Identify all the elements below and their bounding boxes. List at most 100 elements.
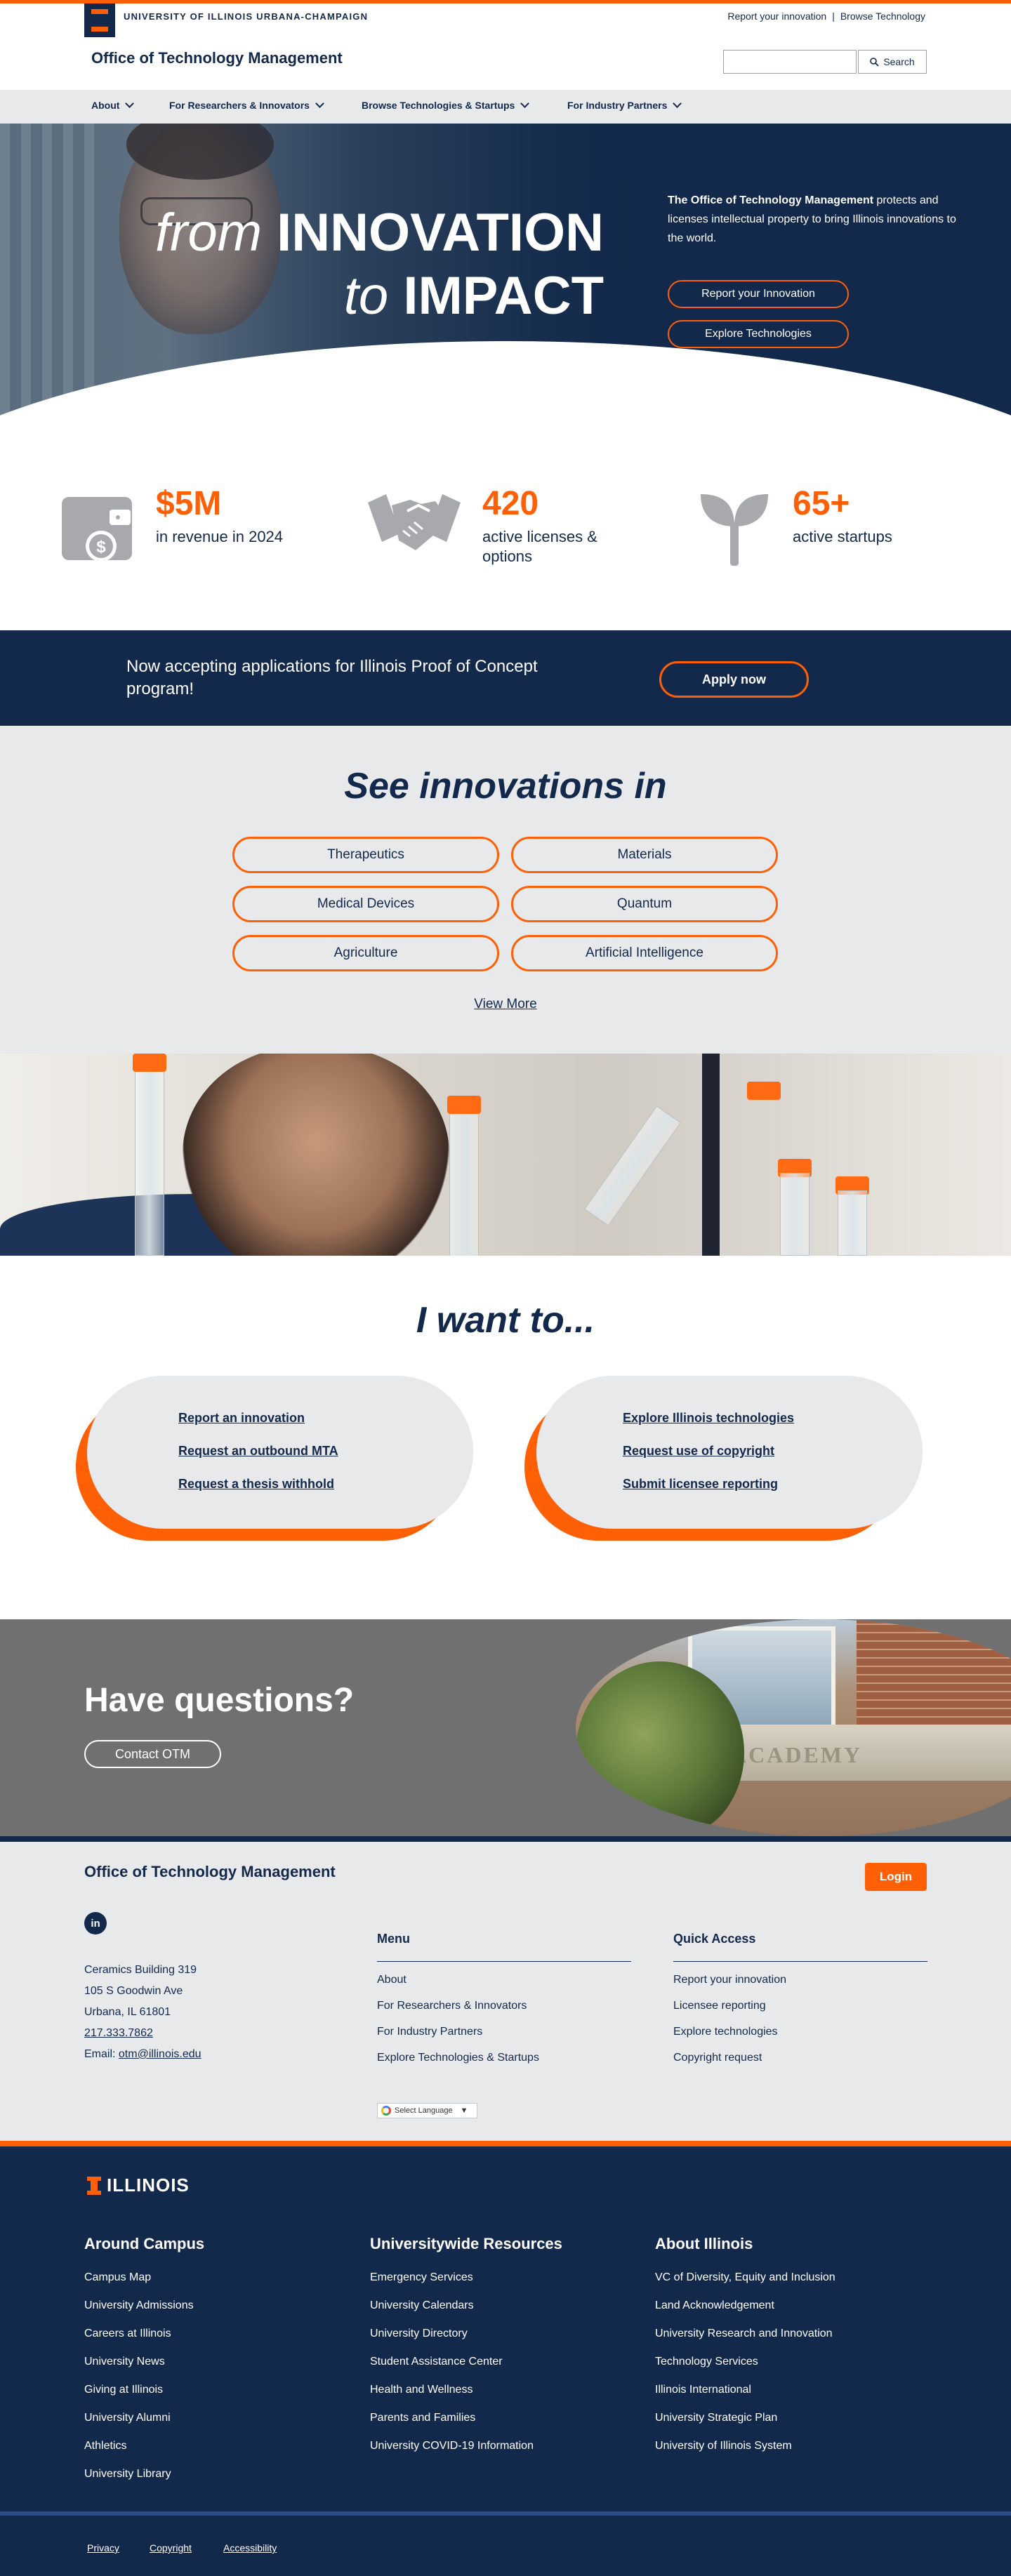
link-system[interactable]: University of Illinois System	[655, 2440, 792, 2452]
chevron-down-icon	[673, 99, 682, 108]
svg-text:$: $	[96, 538, 106, 557]
illinois-wordmark[interactable]: ILLINOIS	[87, 2175, 190, 2196]
search-button[interactable]: Search	[858, 50, 927, 74]
report-innovation-link[interactable]: Report your innovation	[727, 11, 826, 22]
questions-heading: Have questions?	[84, 1682, 355, 1719]
quick-copyright-request[interactable]: Copyright request	[673, 2052, 762, 2064]
link-dei[interactable]: VC of Diversity, Equity and Inclusion	[655, 2271, 835, 2284]
campus-building-photo: ACADEMY	[576, 1619, 1011, 1836]
university-name[interactable]: UNIVERSITY OF ILLINOIS URBANA-CHAMPAIGN	[124, 11, 368, 22]
hero-section: from INNOVATION to IMPACT The Office of …	[0, 124, 1011, 425]
explore-illinois-technologies-link[interactable]: Explore Illinois technologies	[623, 1411, 794, 1426]
around-campus-heading: Around Campus	[84, 2235, 205, 2252]
chevron-down-icon	[315, 99, 324, 108]
category-medical-devices[interactable]: Medical Devices	[232, 886, 499, 922]
link-strategic-plan[interactable]: University Strategic Plan	[655, 2412, 777, 2424]
link-alumni[interactable]: University Alumni	[84, 2412, 171, 2424]
stat-licenses-value: 420	[482, 485, 539, 522]
login-button[interactable]: Login	[865, 1863, 927, 1891]
link-covid[interactable]: University COVID-19 Information	[370, 2440, 534, 2452]
link-illinois-international[interactable]: Illinois International	[655, 2384, 751, 2396]
category-quantum[interactable]: Quantum	[511, 886, 778, 922]
category-agriculture[interactable]: Agriculture	[232, 935, 499, 971]
quick-access-rule	[673, 1961, 927, 1962]
privacy-link[interactable]: Privacy	[87, 2542, 119, 2554]
building-carving: ACADEMY	[730, 1742, 863, 1767]
link-land-acknowledgement[interactable]: Land Acknowledgement	[655, 2299, 774, 2312]
link-calendars[interactable]: University Calendars	[370, 2299, 474, 2312]
submit-licensee-reporting-link[interactable]: Submit licensee reporting	[623, 1477, 778, 1492]
menu-heading: Menu	[377, 1932, 410, 1946]
nav-item-industry[interactable]: For Industry Partners	[567, 99, 682, 111]
stat-revenue-value: $5M	[156, 485, 222, 522]
link-admissions[interactable]: University Admissions	[84, 2299, 194, 2312]
category-artificial-intelligence[interactable]: Artificial Intelligence	[511, 935, 778, 971]
proof-of-concept-banner: Now accepting applications for Illinois …	[0, 630, 1011, 726]
footer-accent-stripe	[0, 2141, 1011, 2146]
footer-menu-about[interactable]: About	[377, 1974, 407, 1986]
link-technology-services[interactable]: Technology Services	[655, 2356, 758, 2368]
footer-menu-industry[interactable]: For Industry Partners	[377, 2026, 482, 2038]
otm-footer: Office of Technology Management Login in…	[0, 1842, 1011, 2141]
link-directory[interactable]: University Directory	[370, 2328, 468, 2340]
search-input[interactable]	[723, 50, 857, 74]
link-giving[interactable]: Giving at Illinois	[84, 2384, 163, 2396]
contact-otm-button[interactable]: Contact OTM	[84, 1740, 221, 1768]
footer-site-title: Office of Technology Management	[84, 1863, 336, 1880]
report-innovation-button[interactable]: Report your Innovation	[668, 280, 849, 308]
footer-menu-researchers[interactable]: For Researchers & Innovators	[377, 2000, 527, 2012]
apply-now-button[interactable]: Apply now	[659, 661, 809, 698]
link-health[interactable]: Health and Wellness	[370, 2384, 473, 2396]
chevron-down-icon	[520, 99, 530, 108]
request-outbound-mta-link[interactable]: Request an outbound MTA	[178, 1444, 338, 1459]
accessibility-link[interactable]: Accessibility	[223, 2542, 277, 2554]
campus-footer: ILLINOIS Around Campus Campus Map Univer…	[0, 2146, 1011, 2511]
contact-address: Ceramics Building 319 105 S Goodwin Ave …	[84, 1964, 201, 2060]
menu-rule	[377, 1961, 631, 1962]
phone-link[interactable]: 217.333.7862	[84, 2023, 201, 2044]
link-library[interactable]: University Library	[84, 2468, 171, 2481]
link-campus-map[interactable]: Campus Map	[84, 2271, 151, 2284]
language-select[interactable]: Select Language ▼	[377, 2103, 477, 2118]
utility-links: Report your innovation | Browse Technology	[727, 11, 925, 22]
quick-access-heading: Quick Access	[673, 1932, 756, 1946]
category-materials[interactable]: Materials	[511, 837, 778, 873]
legal-bar: Privacy Copyright Accessibility	[0, 2516, 1011, 2576]
lab-researcher-photo	[0, 1054, 1011, 1256]
chevron-down-icon	[125, 99, 135, 108]
nav-item-about[interactable]: About	[91, 99, 135, 111]
category-therapeutics[interactable]: Therapeutics	[232, 837, 499, 873]
report-innovation-link[interactable]: Report an innovation	[178, 1411, 305, 1426]
copyright-link[interactable]: Copyright	[150, 2542, 192, 2554]
nav-item-browse[interactable]: Browse Technologies & Startups	[362, 99, 530, 111]
browse-technology-link[interactable]: Browse Technology	[840, 11, 925, 22]
request-thesis-withhold-link[interactable]: Request a thesis withhold	[178, 1477, 334, 1492]
innovations-section: See innovations in Therapeutics Material…	[0, 726, 1011, 1054]
site-title[interactable]: Office of Technology Management	[91, 49, 343, 67]
sprout-icon	[701, 494, 768, 566]
footer-menu-explore[interactable]: Explore Technologies & Startups	[377, 2052, 539, 2064]
link-athletics[interactable]: Athletics	[84, 2440, 126, 2452]
banner-text: Now accepting applications for Illinois …	[126, 657, 538, 698]
quick-explore-technologies[interactable]: Explore technologies	[673, 2026, 778, 2038]
illinois-block-i-logo[interactable]	[84, 4, 115, 37]
stat-revenue-label: in revenue in 2024	[156, 528, 284, 545]
hero-headline-line1: from INNOVATION	[155, 203, 604, 263]
explore-technologies-button[interactable]: Explore Technologies	[668, 320, 849, 348]
link-careers[interactable]: Careers at Illinois	[84, 2328, 171, 2340]
quick-licensee-reporting[interactable]: Licensee reporting	[673, 2000, 766, 2012]
linkedin-icon[interactable]: in	[84, 1912, 107, 1934]
link-research-innovation[interactable]: University Research and Innovation	[655, 2328, 833, 2340]
link-emergency[interactable]: Emergency Services	[370, 2271, 473, 2284]
i-want-to-heading: I want to...	[416, 1300, 595, 1341]
view-more-link[interactable]: View More	[0, 997, 1011, 1012]
link-news[interactable]: University News	[84, 2356, 165, 2368]
nav-item-researchers[interactable]: For Researchers & Innovators	[169, 99, 324, 111]
section-divider	[0, 1836, 1011, 1842]
link-student-assistance[interactable]: Student Assistance Center	[370, 2356, 503, 2368]
quick-report-innovation[interactable]: Report your innovation	[673, 1974, 786, 1986]
email-link[interactable]: otm@illinois.edu	[119, 2048, 201, 2060]
stat-licenses-label: active licenses & options	[482, 528, 597, 565]
link-parents[interactable]: Parents and Families	[370, 2412, 475, 2424]
request-use-of-copyright-link[interactable]: Request use of copyright	[623, 1444, 774, 1459]
